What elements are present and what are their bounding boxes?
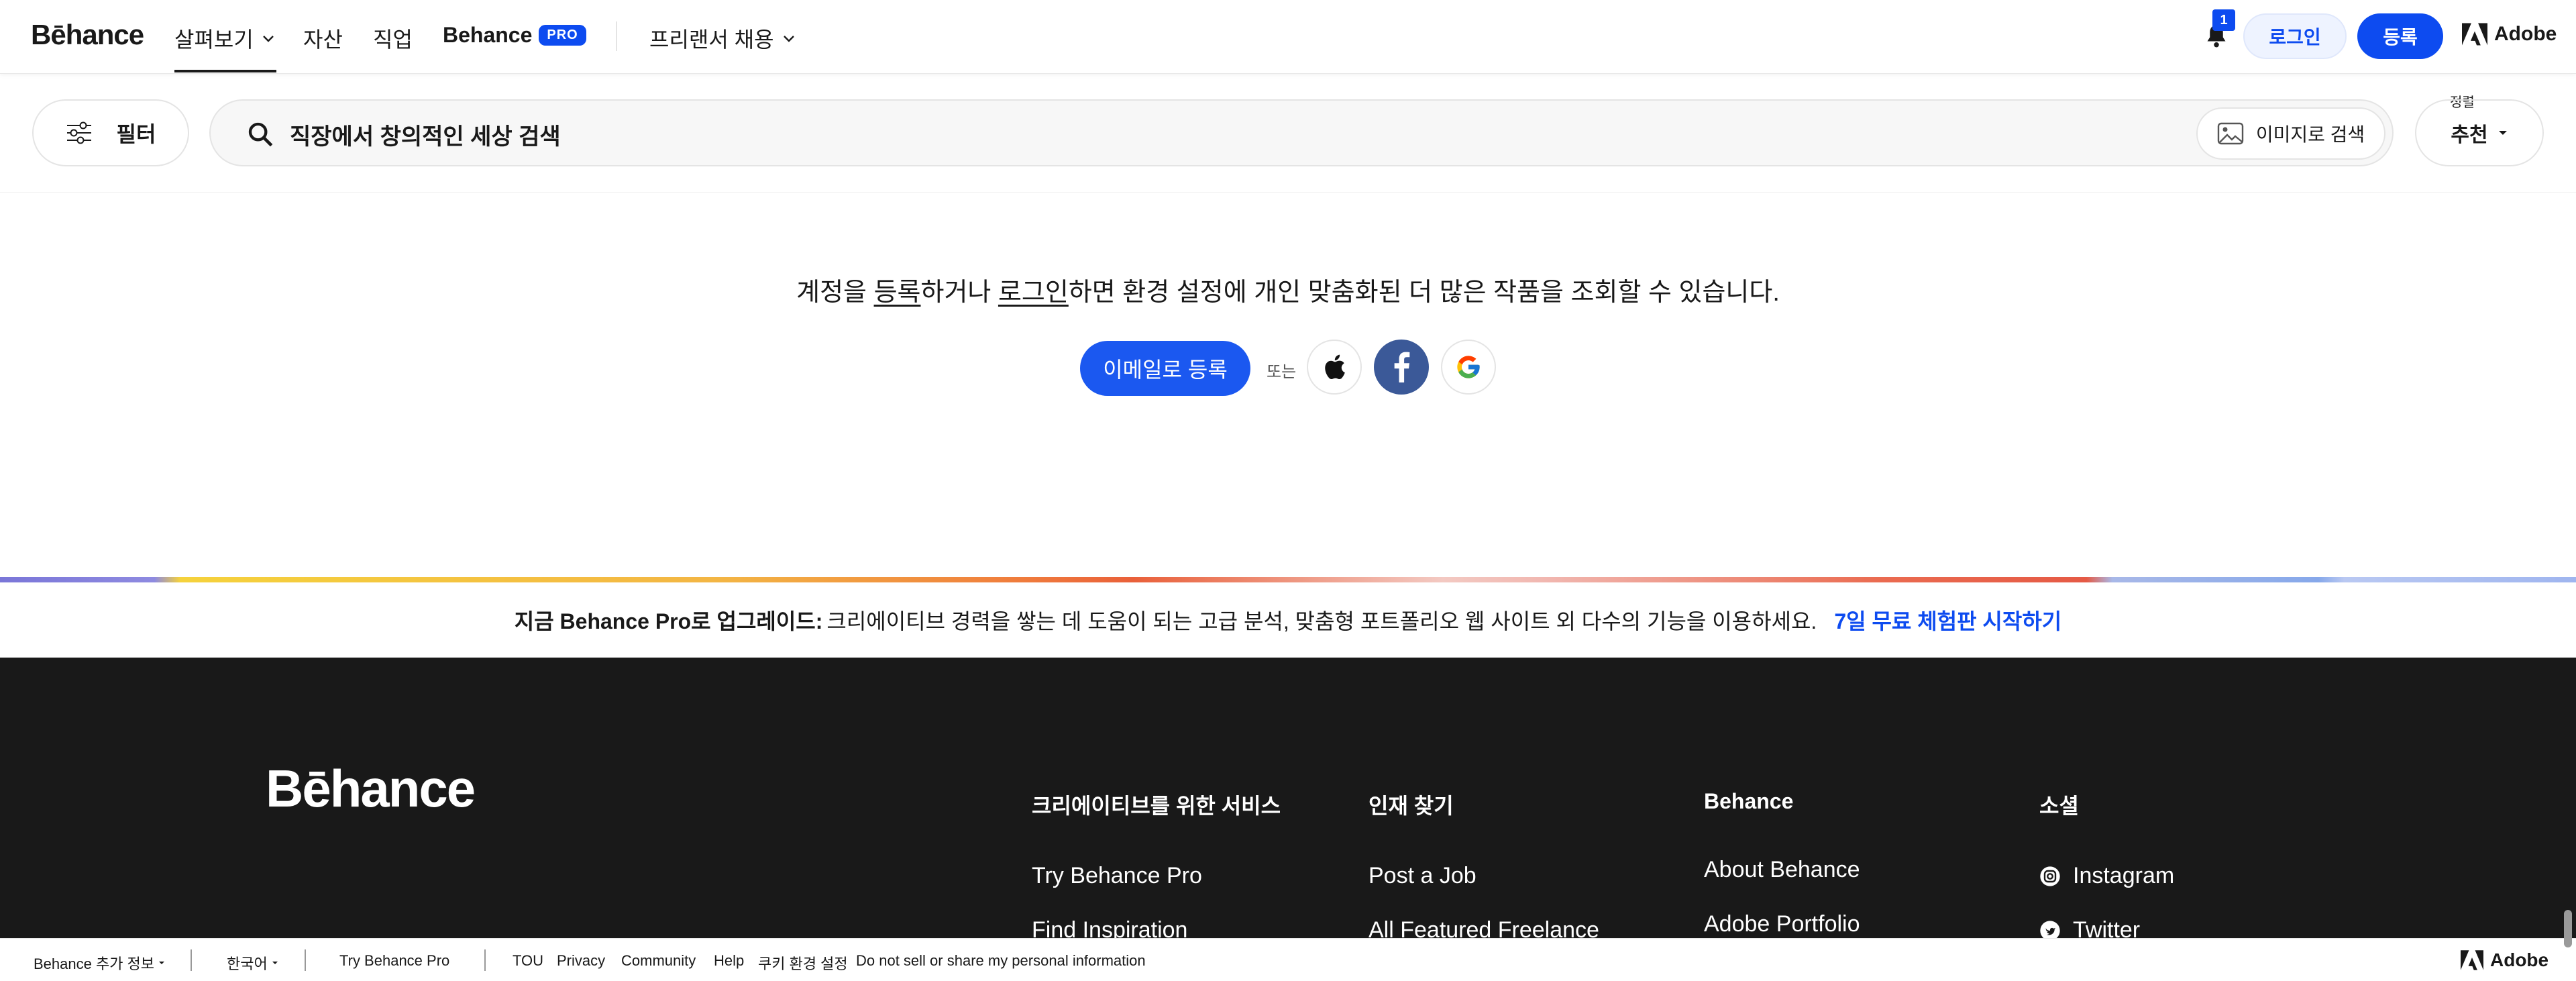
prompt-text-after: 하면 환경 설정에 개인 맞춤화된 더 많은 작품을 조회할 수 있습니다. <box>1068 278 1780 307</box>
prompt-text-before: 계정을 <box>796 278 874 307</box>
login-button[interactable]: 로그인 <box>2243 13 2347 59</box>
bottom-link-tou[interactable]: TOU <box>513 952 543 970</box>
footer-link-about-behance[interactable]: About Behance <box>1704 857 1860 883</box>
nav-behance-pro[interactable]: Behance PRO <box>443 23 586 48</box>
signup-button[interactable]: 등록 <box>2357 13 2443 59</box>
filter-label: 필터 <box>116 122 156 146</box>
search-icon <box>248 122 273 147</box>
instagram-icon <box>2040 866 2060 886</box>
sliders-icon <box>66 121 91 144</box>
more-info-label: Behance 추가 정보 <box>34 956 155 972</box>
pro-badge: PRO <box>539 25 586 46</box>
nav-explore-label: 살펴보기 <box>174 28 254 52</box>
facebook-signin-button[interactable] <box>1374 340 1429 395</box>
image-icon <box>2217 122 2244 145</box>
prompt-text-middle: 하거나 <box>920 278 998 307</box>
bottom-adobe-label: Adobe <box>2490 949 2549 970</box>
content-divider <box>0 192 2576 193</box>
google-signin-button[interactable] <box>1441 340 1496 395</box>
pro-banner-heading: 지금 Behance Pro로 업그레이드: <box>514 609 823 633</box>
bottom-link-cookie-settings[interactable]: 쿠키 환경 설정 <box>758 952 848 974</box>
pro-banner-text: 크리에이티브 경력을 쌓는 데 도움이 되는 고급 분석, 맞춤형 포트폴리오 … <box>826 609 1817 633</box>
footer-column-title: 소셜 <box>2039 794 2079 818</box>
footer-column-title: 인재 찾기 <box>1368 794 1454 818</box>
instagram-label: Instagram <box>2073 863 2175 888</box>
caret-down-icon <box>2498 131 2507 135</box>
pro-upgrade-banner: 지금 Behance Pro로 업그레이드: 크리에이티브 경력을 쌓는 데 도… <box>0 582 2576 658</box>
nav-divider <box>616 21 617 51</box>
bottom-link-try-pro[interactable]: Try Behance Pro <box>339 952 449 970</box>
bottom-separator <box>305 949 306 971</box>
language-dropdown[interactable]: 한국어 <box>227 952 278 974</box>
footer-behance-logo[interactable]: Bēhance <box>266 758 476 819</box>
nav-behance-pro-label: Behance <box>443 23 533 47</box>
footer-column-title: Behance <box>1704 789 1794 813</box>
adobe-logo-icon <box>2461 950 2483 970</box>
bottom-adobe-link[interactable]: Adobe <box>2461 949 2548 971</box>
behance-logo[interactable]: Bēhance <box>31 19 144 51</box>
prompt-signup-link[interactable]: 등록 <box>874 278 921 307</box>
bottom-link-community[interactable]: Community <box>621 952 696 970</box>
signup-prompt: 계정을 등록하거나 로그인하면 환경 설정에 개인 맞춤화된 더 많은 작품을 … <box>0 271 2576 308</box>
footer-link-adobe-portfolio[interactable]: Adobe Portfolio <box>1704 911 1860 937</box>
prompt-login-link[interactable]: 로그인 <box>998 278 1069 307</box>
footer-column-title: 크리에이티브를 위한 서비스 <box>1032 794 1281 818</box>
bottom-separator <box>191 949 192 971</box>
bottom-link-do-not-sell[interactable]: Do not sell or share my personal informa… <box>856 952 1146 970</box>
or-label: 또는 <box>1267 363 1297 381</box>
nav-hire-freelancers[interactable]: 프리랜서 채용 <box>649 23 797 54</box>
top-navbar: Bēhance 살펴보기 자산 직업 Behance PRO 프리랜서 채용 1… <box>0 0 2576 74</box>
pro-trial-link[interactable]: 7일 무료 체험판 시작하기 <box>1834 605 2061 635</box>
footer-link-post-job[interactable]: Post a Job <box>1368 863 1599 889</box>
google-icon <box>1457 356 1480 378</box>
nav-assets[interactable]: 자산 <box>303 23 343 54</box>
nav-explore[interactable]: 살펴보기 <box>174 23 276 72</box>
more-info-dropdown[interactable]: Behance 추가 정보 <box>34 952 165 974</box>
bottom-link-help[interactable]: Help <box>714 952 744 970</box>
chevron-down-icon <box>262 36 274 42</box>
bottom-link-privacy[interactable]: Privacy <box>557 952 605 970</box>
apple-signin-button[interactable] <box>1307 340 1362 395</box>
adobe-link[interactable]: Adobe <box>2462 23 2557 46</box>
scrollbar-thumb[interactable] <box>2564 910 2572 947</box>
sort-dropdown[interactable]: 추천 <box>2415 99 2544 166</box>
chevron-down-icon <box>783 36 794 42</box>
image-search-label: 이미지로 검색 <box>2255 124 2365 145</box>
nav-jobs[interactable]: 직업 <box>373 23 413 54</box>
footer-link-try-pro[interactable]: Try Behance Pro <box>1032 863 1281 889</box>
image-search-button[interactable]: 이미지로 검색 <box>2196 107 2385 160</box>
language-label: 한국어 <box>227 956 268 972</box>
apple-icon <box>1325 354 1345 379</box>
search-input[interactable]: 직장에서 창의적인 세상 검색 이미지로 검색 <box>209 99 2394 166</box>
bottom-bar: Behance 추가 정보 한국어 Try Behance Pro TOU Pr… <box>0 938 2576 981</box>
caret-down-icon <box>272 962 278 964</box>
caret-down-icon <box>159 962 165 964</box>
nav-hire-label: 프리랜서 채용 <box>649 28 774 52</box>
notification-badge: 1 <box>2212 9 2235 31</box>
search-query-text[interactable]: 직장에서 창의적인 세상 검색 <box>290 118 561 151</box>
pro-rainbow-bar <box>0 577 2576 582</box>
facebook-icon <box>1394 352 1410 382</box>
adobe-logo-icon <box>2462 23 2487 46</box>
footer-link-instagram[interactable]: Instagram <box>2039 863 2174 889</box>
bottom-separator <box>484 949 486 971</box>
adobe-label: Adobe <box>2494 23 2557 45</box>
footer: Bēhance 크리에이티브를 위한 서비스 Try Behance Pro F… <box>0 658 2576 943</box>
filter-button[interactable]: 필터 <box>32 99 189 166</box>
sort-value: 추천 <box>2451 124 2488 146</box>
email-signup-button[interactable]: 이메일로 등록 <box>1080 341 1250 396</box>
